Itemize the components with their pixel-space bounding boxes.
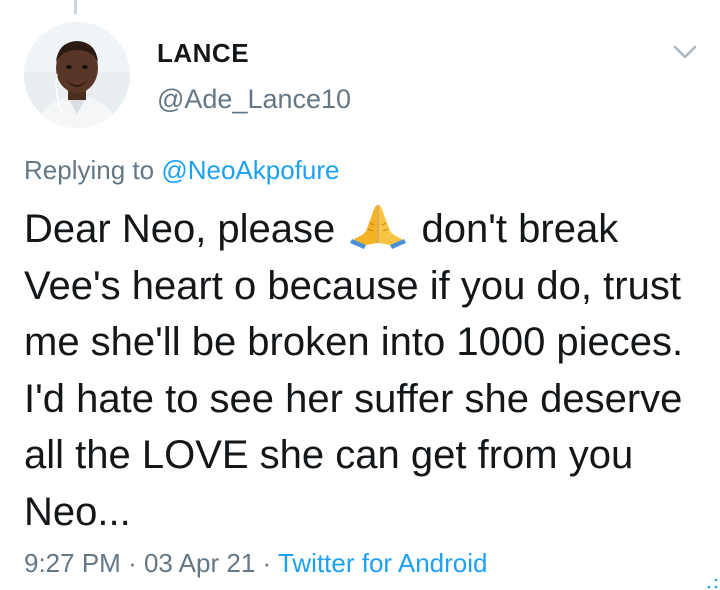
display-name[interactable]: LANCE <box>157 38 249 69</box>
corner-indicator <box>706 576 718 589</box>
tweet-meta: 9:27 PM · 03 Apr 21 · Twitter for Androi… <box>24 548 488 579</box>
user-handle[interactable]: @Ade_Lance10 <box>157 84 351 115</box>
tweet-text-part-1: Dear Neo, please <box>24 207 336 251</box>
meta-separator: · <box>128 548 137 578</box>
tweet-time[interactable]: 9:27 PM <box>24 548 121 578</box>
avatar-image <box>24 22 130 128</box>
tweet-text-part-2: don't break Vee's heart o because if you… <box>24 207 684 534</box>
tweet-text: Dear Neo, please don't break Vee's heart… <box>24 201 704 540</box>
replying-to-label: Replying to <box>24 155 155 185</box>
tweet-source-link[interactable]: Twitter for Android <box>278 548 488 578</box>
folded-hands-emoji-icon <box>350 201 407 250</box>
reply-mention-link[interactable]: @NeoAkpofure <box>161 155 339 185</box>
meta-separator-2: · <box>262 548 272 578</box>
avatar[interactable] <box>24 22 130 128</box>
tweet-date[interactable]: 03 Apr 21 <box>144 548 255 578</box>
chevron-down-icon[interactable] <box>672 42 698 62</box>
thread-line <box>74 0 77 14</box>
tweet-card: LANCE @Ade_Lance10 Replying to @NeoAkpof… <box>0 0 720 590</box>
replying-to: Replying to @NeoAkpofure <box>24 155 339 186</box>
